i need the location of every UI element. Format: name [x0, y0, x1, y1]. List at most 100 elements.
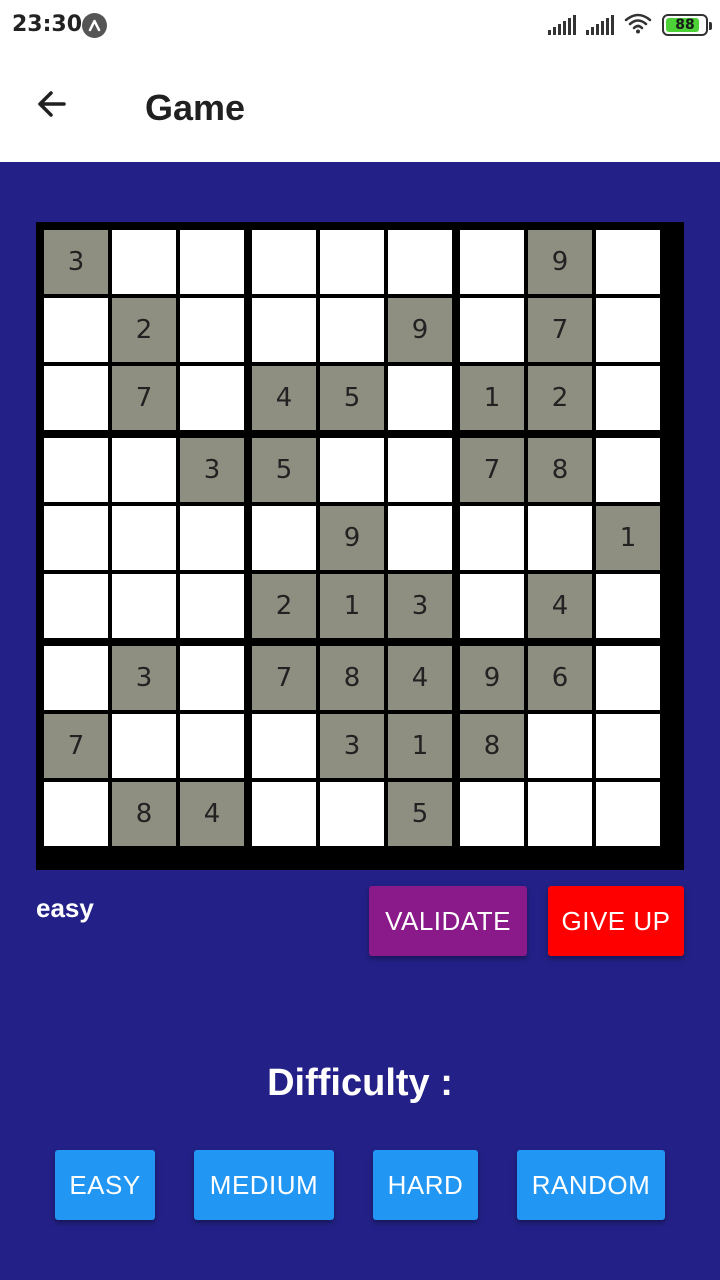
page-title: Game [145, 87, 246, 128]
sudoku-cell: 2 [112, 298, 176, 362]
sudoku-cell[interactable] [112, 574, 176, 638]
sudoku-cell: 7 [252, 646, 316, 710]
sudoku-cell[interactable] [528, 782, 592, 846]
wifi-icon [624, 12, 652, 39]
sudoku-cell: 6 [528, 646, 592, 710]
sudoku-cell[interactable] [460, 230, 524, 294]
sudoku-cell: 8 [528, 438, 592, 502]
sudoku-cell[interactable] [112, 438, 176, 502]
sudoku-cell[interactable] [44, 366, 108, 430]
sudoku-cell: 1 [388, 714, 452, 778]
sudoku-cell[interactable] [528, 506, 592, 570]
give-up-button[interactable]: GIVE UP [548, 886, 684, 956]
sudoku-cell: 3 [112, 646, 176, 710]
sudoku-cell[interactable] [320, 438, 384, 502]
sudoku-cell[interactable] [252, 230, 316, 294]
sudoku-cell[interactable] [460, 574, 524, 638]
sudoku-cell: 9 [388, 298, 452, 362]
sudoku-cell: 3 [180, 438, 244, 502]
sudoku-cell[interactable] [596, 230, 660, 294]
app-bar: Game [0, 50, 720, 162]
sudoku-cell: 1 [596, 506, 660, 570]
sudoku-cell[interactable] [180, 646, 244, 710]
arrow-left-icon [34, 86, 70, 127]
status-icons: 88 [548, 12, 712, 39]
sudoku-cell: 8 [320, 646, 384, 710]
sudoku-cell: 7 [460, 438, 524, 502]
sudoku-cell[interactable] [596, 366, 660, 430]
sudoku-cell: 9 [460, 646, 524, 710]
sudoku-cell[interactable] [180, 574, 244, 638]
sudoku-cell: 1 [320, 574, 384, 638]
sudoku-cell: 8 [460, 714, 524, 778]
sudoku-cell[interactable] [112, 714, 176, 778]
signal-icon [586, 15, 614, 35]
sudoku-cell: 4 [528, 574, 592, 638]
sudoku-cell[interactable] [596, 438, 660, 502]
sudoku-cell[interactable] [112, 230, 176, 294]
sudoku-cell[interactable] [112, 506, 176, 570]
sudoku-cell: 9 [320, 506, 384, 570]
sudoku-cell: 7 [528, 298, 592, 362]
sudoku-cell[interactable] [528, 714, 592, 778]
sudoku-cell[interactable] [180, 714, 244, 778]
sudoku-cell[interactable] [252, 506, 316, 570]
app-notification-icon [82, 13, 107, 38]
sudoku-cell[interactable] [320, 782, 384, 846]
difficulty-title: Difficulty : [267, 1062, 453, 1104]
battery-level: 88 [675, 17, 695, 33]
current-level-label: easy [36, 893, 94, 923]
back-button[interactable] [24, 78, 80, 134]
sudoku-cell[interactable] [44, 298, 108, 362]
status-bar: 23:30 88 [0, 0, 720, 50]
sudoku-cell[interactable] [44, 646, 108, 710]
sudoku-cell[interactable] [596, 298, 660, 362]
validate-button[interactable]: VALIDATE [369, 886, 527, 956]
sudoku-cell: 4 [252, 366, 316, 430]
sudoku-cell: 7 [44, 714, 108, 778]
sudoku-cell[interactable] [388, 438, 452, 502]
sudoku-cell[interactable] [460, 782, 524, 846]
sudoku-cell: 3 [320, 714, 384, 778]
sudoku-cell: 8 [112, 782, 176, 846]
sudoku-cell[interactable] [44, 782, 108, 846]
sudoku-cell[interactable] [596, 714, 660, 778]
sudoku-cell: 9 [528, 230, 592, 294]
sudoku-cell[interactable] [596, 574, 660, 638]
sudoku-cell[interactable] [180, 366, 244, 430]
sudoku-cell: 5 [252, 438, 316, 502]
sudoku-cell[interactable] [388, 366, 452, 430]
sudoku-cell[interactable] [180, 230, 244, 294]
hard-button[interactable]: HARD [373, 1150, 478, 1220]
sudoku-cell[interactable] [596, 646, 660, 710]
sudoku-cell[interactable] [252, 714, 316, 778]
sudoku-cell[interactable] [388, 230, 452, 294]
sudoku-cell: 4 [180, 782, 244, 846]
sudoku-board: 392977451235789121343784967318845 [36, 222, 684, 870]
sudoku-cell[interactable] [388, 506, 452, 570]
sudoku-cell: 7 [112, 366, 176, 430]
sudoku-cell[interactable] [320, 298, 384, 362]
random-button[interactable]: RANDOM [517, 1150, 665, 1220]
sudoku-cell[interactable] [596, 782, 660, 846]
sudoku-cell: 5 [320, 366, 384, 430]
sudoku-cell[interactable] [44, 574, 108, 638]
sudoku-cell: 2 [252, 574, 316, 638]
sudoku-cell[interactable] [460, 298, 524, 362]
sudoku-cell[interactable] [252, 782, 316, 846]
status-time: 23:30 [12, 12, 83, 37]
sudoku-cell[interactable] [44, 506, 108, 570]
sudoku-cell: 1 [460, 366, 524, 430]
sudoku-cell[interactable] [320, 230, 384, 294]
sudoku-cell[interactable] [44, 438, 108, 502]
sudoku-cell[interactable] [252, 298, 316, 362]
easy-button[interactable]: EASY [55, 1150, 155, 1220]
sudoku-cell: 2 [528, 366, 592, 430]
sudoku-cell[interactable] [460, 506, 524, 570]
sudoku-cell[interactable] [180, 506, 244, 570]
sudoku-cell: 4 [388, 646, 452, 710]
sudoku-cell[interactable] [180, 298, 244, 362]
medium-button[interactable]: MEDIUM [194, 1150, 334, 1220]
signal-icon [548, 15, 576, 35]
sudoku-cell: 5 [388, 782, 452, 846]
